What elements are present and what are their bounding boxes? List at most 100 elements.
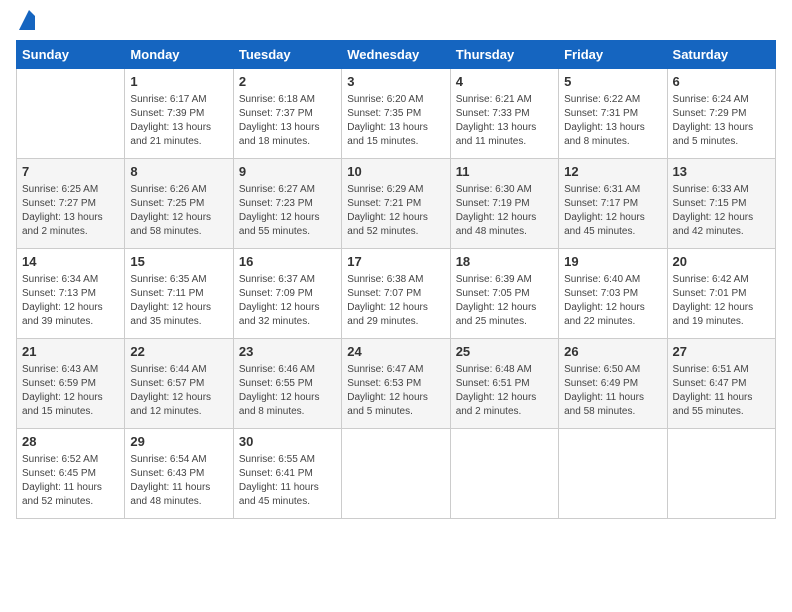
day-info: Sunrise: 6:20 AMSunset: 7:35 PMDaylight:…: [347, 93, 444, 149]
day-number: 10: [347, 163, 444, 181]
calendar-cell: [667, 429, 775, 519]
calendar-cell: 7 Sunrise: 6:25 AMSunset: 7:27 PMDaylight…: [17, 159, 125, 249]
day-number: 8: [130, 163, 227, 181]
day-info: Sunrise: 6:29 AMSunset: 7:21 PMDaylight:…: [347, 183, 444, 239]
day-number: 16: [239, 253, 336, 271]
calendar-cell: 18 Sunrise: 6:39 AMSunset: 7:05 PMDayligh…: [450, 249, 558, 339]
day-info: Sunrise: 6:34 AMSunset: 7:13 PMDaylight:…: [22, 273, 119, 329]
day-info: Sunrise: 6:22 AMSunset: 7:31 PMDaylight:…: [564, 93, 661, 149]
day-header-sunday: Sunday: [17, 41, 125, 69]
week-row-3: 14 Sunrise: 6:34 AMSunset: 7:13 PMDayligh…: [17, 249, 776, 339]
calendar-cell: [17, 69, 125, 159]
calendar-cell: 19 Sunrise: 6:40 AMSunset: 7:03 PMDayligh…: [559, 249, 667, 339]
day-number: 1: [130, 73, 227, 91]
calendar-cell: 29 Sunrise: 6:54 AMSunset: 6:43 PMDayligh…: [125, 429, 233, 519]
calendar-cell: 26 Sunrise: 6:50 AMSunset: 6:49 PMDayligh…: [559, 339, 667, 429]
day-info: Sunrise: 6:35 AMSunset: 7:11 PMDaylight:…: [130, 273, 227, 329]
day-info: Sunrise: 6:31 AMSunset: 7:17 PMDaylight:…: [564, 183, 661, 239]
day-number: 9: [239, 163, 336, 181]
day-info: Sunrise: 6:25 AMSunset: 7:27 PMDaylight:…: [22, 183, 119, 239]
day-info: Sunrise: 6:26 AMSunset: 7:25 PMDaylight:…: [130, 183, 227, 239]
day-number: 7: [22, 163, 119, 181]
day-header-wednesday: Wednesday: [342, 41, 450, 69]
week-row-1: 1 Sunrise: 6:17 AMSunset: 7:39 PMDaylight…: [17, 69, 776, 159]
day-number: 30: [239, 433, 336, 451]
day-number: 25: [456, 343, 553, 361]
day-info: Sunrise: 6:52 AMSunset: 6:45 PMDaylight:…: [22, 453, 119, 509]
day-number: 14: [22, 253, 119, 271]
day-number: 11: [456, 163, 553, 181]
calendar-cell: 23Sunrise: 6:46 AMSunset: 6:55 PMDayligh…: [233, 339, 341, 429]
day-number: 4: [456, 73, 553, 91]
calendar-cell: 24Sunrise: 6:47 AMSunset: 6:53 PMDayligh…: [342, 339, 450, 429]
calendar-cell: 13 Sunrise: 6:33 AMSunset: 7:15 PMDayligh…: [667, 159, 775, 249]
calendar-cell: [559, 429, 667, 519]
day-number: 24: [347, 343, 444, 361]
day-number: 27: [673, 343, 770, 361]
day-number: 6: [673, 73, 770, 91]
calendar-cell: [450, 429, 558, 519]
calendar-cell: 14 Sunrise: 6:34 AMSunset: 7:13 PMDayligh…: [17, 249, 125, 339]
day-number: 5: [564, 73, 661, 91]
day-number: 2: [239, 73, 336, 91]
day-info: Sunrise: 6:39 AMSunset: 7:05 PMDaylight:…: [456, 273, 553, 329]
day-number: 28: [22, 433, 119, 451]
calendar-cell: 5 Sunrise: 6:22 AMSunset: 7:31 PMDaylight…: [559, 69, 667, 159]
day-info: Sunrise: 6:30 AMSunset: 7:19 PMDaylight:…: [456, 183, 553, 239]
day-number: 29: [130, 433, 227, 451]
calendar-cell: 16 Sunrise: 6:37 AMSunset: 7:09 PMDayligh…: [233, 249, 341, 339]
day-header-thursday: Thursday: [450, 41, 558, 69]
day-info: Sunrise: 6:54 AMSunset: 6:43 PMDaylight:…: [130, 453, 227, 509]
calendar-cell: 2 Sunrise: 6:18 AMSunset: 7:37 PMDaylight…: [233, 69, 341, 159]
week-row-2: 7 Sunrise: 6:25 AMSunset: 7:27 PMDaylight…: [17, 159, 776, 249]
day-number: 20: [673, 253, 770, 271]
calendar-cell: 30 Sunrise: 6:55 AMSunset: 6:41 PMDayligh…: [233, 429, 341, 519]
calendar-cell: 1 Sunrise: 6:17 AMSunset: 7:39 PMDaylight…: [125, 69, 233, 159]
day-header-tuesday: Tuesday: [233, 41, 341, 69]
day-info: Sunrise: 6:37 AMSunset: 7:09 PMDaylight:…: [239, 273, 336, 329]
calendar-cell: 17Sunrise: 6:38 AMSunset: 7:07 PMDayligh…: [342, 249, 450, 339]
day-number: 15: [130, 253, 227, 271]
day-header-monday: Monday: [125, 41, 233, 69]
calendar-header-row: SundayMondayTuesdayWednesdayThursdayFrid…: [17, 41, 776, 69]
calendar-cell: 28 Sunrise: 6:52 AMSunset: 6:45 PMDayligh…: [17, 429, 125, 519]
day-info: Sunrise: 6:43 AMSunset: 6:59 PMDaylight:…: [22, 363, 119, 419]
day-number: 3: [347, 73, 444, 91]
calendar-cell: 4 Sunrise: 6:21 AMSunset: 7:33 PMDaylight…: [450, 69, 558, 159]
calendar-cell: 3 Sunrise: 6:20 AMSunset: 7:35 PMDaylight…: [342, 69, 450, 159]
calendar-cell: 20 Sunrise: 6:42 AMSunset: 7:01 PMDayligh…: [667, 249, 775, 339]
day-number: 26: [564, 343, 661, 361]
calendar-table: SundayMondayTuesdayWednesdayThursdayFrid…: [16, 40, 776, 519]
day-number: 23: [239, 343, 336, 361]
day-info: Sunrise: 6:42 AMSunset: 7:01 PMDaylight:…: [673, 273, 770, 329]
calendar-cell: 11 Sunrise: 6:30 AMSunset: 7:19 PMDayligh…: [450, 159, 558, 249]
day-info: Sunrise: 6:55 AMSunset: 6:41 PMDaylight:…: [239, 453, 336, 509]
day-info: Sunrise: 6:40 AMSunset: 7:03 PMDaylight:…: [564, 273, 661, 329]
day-info: Sunrise: 6:17 AMSunset: 7:39 PMDaylight:…: [130, 93, 227, 149]
day-info: Sunrise: 6:27 AMSunset: 7:23 PMDaylight:…: [239, 183, 336, 239]
calendar-cell: 22Sunrise: 6:44 AMSunset: 6:57 PMDayligh…: [125, 339, 233, 429]
day-info: Sunrise: 6:21 AMSunset: 7:33 PMDaylight:…: [456, 93, 553, 149]
day-number: 21: [22, 343, 119, 361]
day-header-friday: Friday: [559, 41, 667, 69]
day-info: Sunrise: 6:48 AMSunset: 6:51 PMDaylight:…: [456, 363, 553, 419]
calendar-cell: 9 Sunrise: 6:27 AMSunset: 7:23 PMDaylight…: [233, 159, 341, 249]
day-number: 19: [564, 253, 661, 271]
logo: [16, 16, 39, 28]
day-number: 18: [456, 253, 553, 271]
day-number: 12: [564, 163, 661, 181]
day-number: 13: [673, 163, 770, 181]
week-row-4: 21 Sunrise: 6:43 AMSunset: 6:59 PMDayligh…: [17, 339, 776, 429]
week-row-5: 28 Sunrise: 6:52 AMSunset: 6:45 PMDayligh…: [17, 429, 776, 519]
calendar-cell: 10 Sunrise: 6:29 AMSunset: 7:21 PMDayligh…: [342, 159, 450, 249]
day-number: 22: [130, 343, 227, 361]
day-info: Sunrise: 6:18 AMSunset: 7:37 PMDaylight:…: [239, 93, 336, 149]
logo-icon: [17, 10, 39, 32]
calendar-cell: 12 Sunrise: 6:31 AMSunset: 7:17 PMDayligh…: [559, 159, 667, 249]
day-header-saturday: Saturday: [667, 41, 775, 69]
day-info: Sunrise: 6:50 AMSunset: 6:49 PMDaylight:…: [564, 363, 661, 419]
day-info: Sunrise: 6:24 AMSunset: 7:29 PMDaylight:…: [673, 93, 770, 149]
calendar-cell: 27Sunrise: 6:51 AMSunset: 6:47 PMDayligh…: [667, 339, 775, 429]
day-info: Sunrise: 6:33 AMSunset: 7:15 PMDaylight:…: [673, 183, 770, 239]
calendar-body: 1 Sunrise: 6:17 AMSunset: 7:39 PMDaylight…: [17, 69, 776, 519]
